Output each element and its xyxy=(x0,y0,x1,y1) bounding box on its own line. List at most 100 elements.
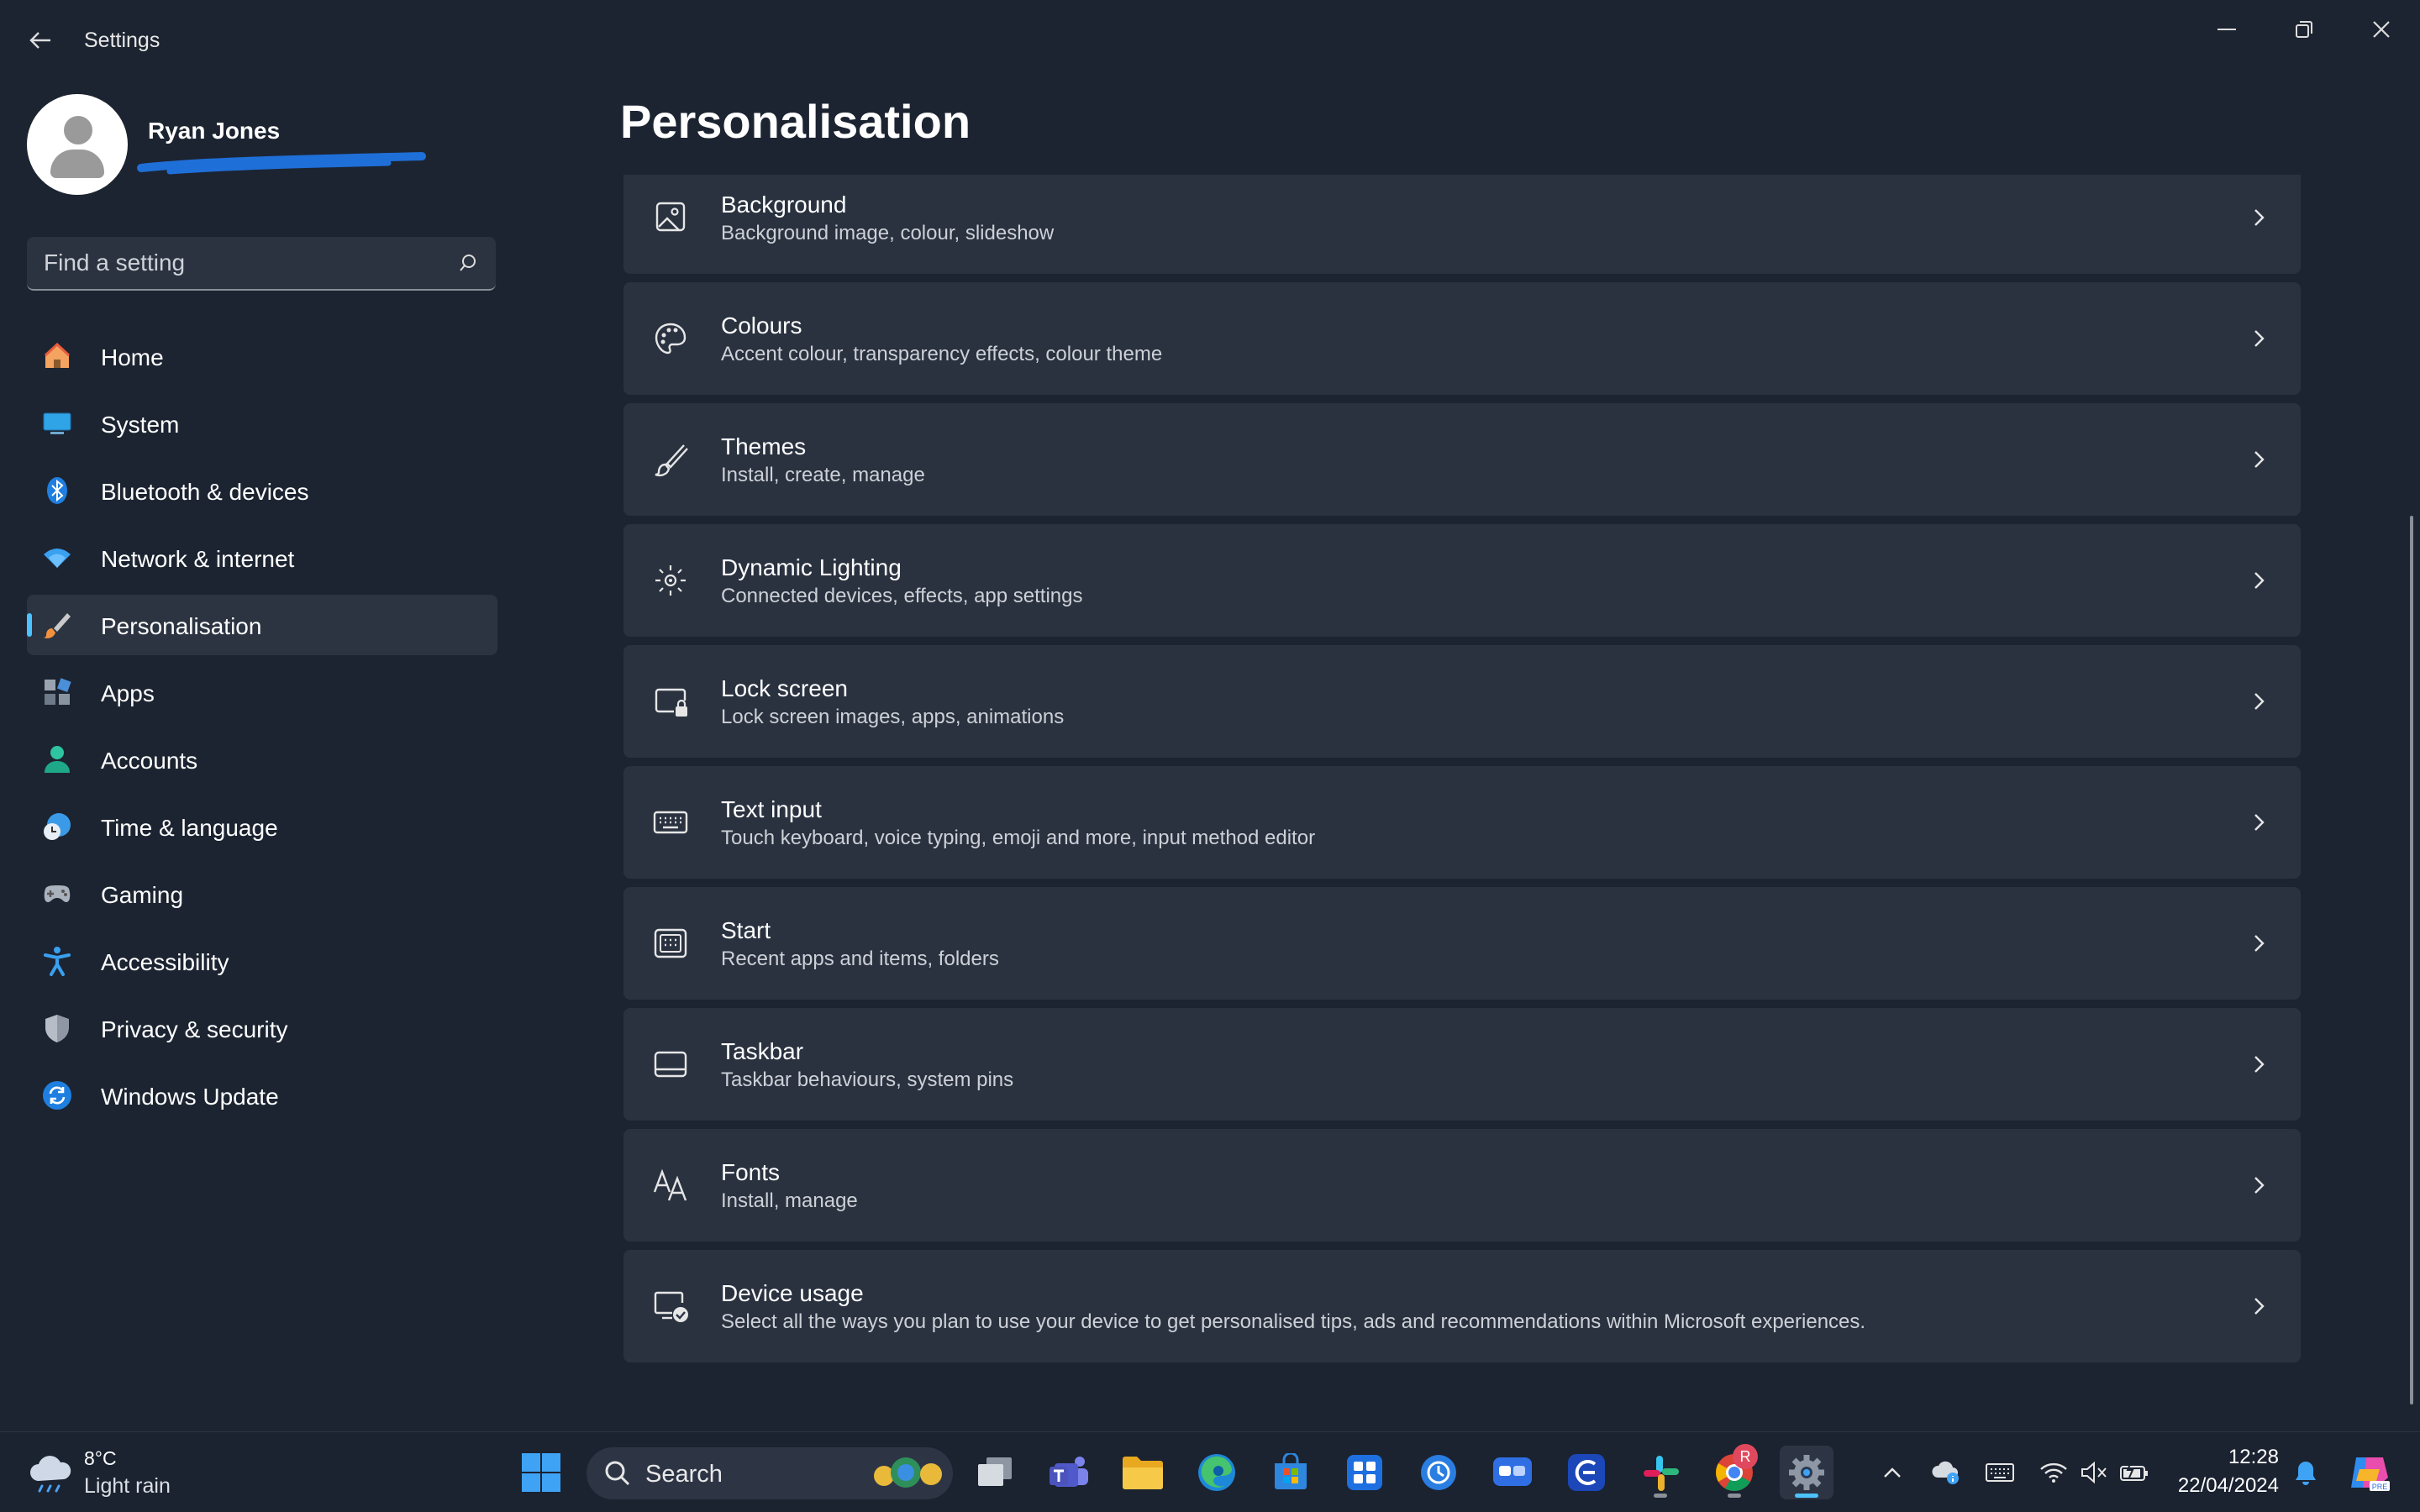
card-fonts[interactable]: Fonts Install, manage xyxy=(623,1129,2301,1242)
sidebar-item-bluetooth[interactable]: Bluetooth & devices xyxy=(27,460,497,521)
teams-icon xyxy=(1050,1457,1088,1487)
device-usage-icon xyxy=(654,1291,688,1322)
card-themes[interactable]: Themes Install, create, manage xyxy=(623,403,2301,516)
file-explorer-button[interactable] xyxy=(1116,1446,1170,1499)
chevron-right-icon xyxy=(2254,1177,2265,1194)
shield-icon xyxy=(45,1015,69,1042)
chat-app-icon xyxy=(1493,1457,1532,1486)
search-input[interactable] xyxy=(44,237,447,289)
chevron-right-icon xyxy=(2254,1056,2265,1073)
lighting-icon xyxy=(655,565,686,596)
update-icon xyxy=(43,1081,71,1110)
card-dynamic-lighting[interactable]: Dynamic Lighting Connected devices, effe… xyxy=(623,524,2301,637)
sidebar-item-network[interactable]: Network & internet xyxy=(27,528,497,588)
taskbar-search[interactable]: Search xyxy=(587,1447,953,1499)
teams-button[interactable] xyxy=(1042,1446,1096,1499)
sidebar-item-accounts[interactable]: Accounts xyxy=(27,729,497,790)
sidebar-item-label: System xyxy=(101,412,180,438)
card-background[interactable]: Background Background image, colour, sli… xyxy=(623,175,2301,274)
sidebar-item-label: Windows Update xyxy=(101,1084,279,1110)
card-title: Fonts xyxy=(721,1159,781,1185)
battery-tray-button[interactable] xyxy=(2119,1457,2149,1488)
card-subtitle: Recent apps and items, folders xyxy=(721,948,999,970)
scrollbar[interactable] xyxy=(2410,516,2413,1404)
start-icon xyxy=(654,928,687,958)
bluetooth-icon xyxy=(47,477,67,504)
edge-button[interactable] xyxy=(1190,1446,1244,1499)
card-subtitle: Background image, colour, slideshow xyxy=(721,222,1055,244)
card-title: Text input xyxy=(721,796,822,822)
card-lock-screen[interactable]: Lock screen Lock screen images, apps, an… xyxy=(623,645,2301,758)
sidebar-item-privacy[interactable]: Privacy & security xyxy=(27,998,497,1058)
start-button[interactable] xyxy=(514,1446,568,1499)
sidebar-item-apps[interactable]: Apps xyxy=(27,662,497,722)
card-taskbar[interactable]: Taskbar Taskbar behaviours, system pins xyxy=(623,1008,2301,1121)
svg-text:PRE: PRE xyxy=(2372,1483,2388,1491)
sidebar-item-accessibility[interactable]: Accessibility xyxy=(27,931,497,991)
settings-search-box[interactable] xyxy=(27,237,496,291)
app-button-search-globe[interactable] xyxy=(1560,1446,1613,1499)
search-icon[interactable] xyxy=(459,254,477,272)
slack-button[interactable] xyxy=(1634,1446,1687,1499)
store-button[interactable] xyxy=(1264,1446,1318,1499)
volume-muted-icon xyxy=(2081,1461,2107,1484)
card-title: Start xyxy=(721,917,771,943)
profile-section[interactable]: Ryan Jones xyxy=(27,94,497,197)
apps-icon xyxy=(45,678,71,705)
card-start[interactable]: Start Recent apps and items, folders xyxy=(623,887,2301,1000)
sidebar-item-gaming[interactable]: Gaming xyxy=(27,864,497,924)
chevron-right-icon xyxy=(2254,935,2265,952)
chevron-right-icon xyxy=(2254,693,2265,710)
wifi-tray-button[interactable] xyxy=(2039,1457,2069,1488)
active-indicator xyxy=(1795,1494,1818,1498)
avatar[interactable] xyxy=(27,94,128,195)
chevron-right-icon xyxy=(2254,451,2265,468)
chevron-up-icon xyxy=(1884,1467,1901,1478)
notifications-button[interactable] xyxy=(2291,1457,2321,1488)
app-button-sync[interactable] xyxy=(1412,1446,1465,1499)
app-button-chat[interactable] xyxy=(1486,1446,1539,1499)
keyboard-icon xyxy=(1986,1463,2014,1482)
sidebar-item-personalisation[interactable]: Personalisation xyxy=(27,595,497,655)
sidebar-item-home[interactable]: Home xyxy=(27,326,497,386)
keyboard-tray-button[interactable] xyxy=(1985,1457,2015,1488)
card-colours[interactable]: Colours Accent colour, transparency effe… xyxy=(623,282,2301,395)
copilot-button[interactable]: PRE xyxy=(2348,1451,2391,1494)
settings-card-list: Background Background image, colour, sli… xyxy=(623,175,2301,1371)
card-title: Background xyxy=(721,192,847,218)
card-device-usage[interactable]: Device usage Select all the ways you pla… xyxy=(623,1250,2301,1362)
chevron-right-icon xyxy=(2254,1298,2265,1315)
settings-app-button[interactable] xyxy=(1780,1446,1833,1499)
gamepad-icon xyxy=(44,885,71,902)
restore-button[interactable] xyxy=(2269,8,2339,50)
back-button[interactable] xyxy=(24,24,57,57)
restore-icon xyxy=(2296,21,2312,38)
weather-condition: Light rain xyxy=(84,1474,171,1498)
minimize-button[interactable] xyxy=(2191,8,2262,50)
card-subtitle: Connected devices, effects, app settings xyxy=(721,585,1083,607)
card-title: Themes xyxy=(721,433,807,459)
weather-temperature: 8°C xyxy=(84,1447,117,1469)
weather-widget[interactable]: 8°C Light rain xyxy=(27,1444,212,1503)
clock-time: 12:28 xyxy=(2228,1446,2279,1468)
card-text-input[interactable]: Text input Touch keyboard, voice typing,… xyxy=(623,766,2301,879)
copilot-icon: PRE xyxy=(2351,1457,2390,1491)
taskbar-clock[interactable]: 12:28 22/04/2024 xyxy=(2168,1446,2279,1498)
sidebar-item-label: Time & language xyxy=(101,815,278,841)
volume-tray-button[interactable] xyxy=(2079,1457,2109,1488)
sidebar-item-label: Privacy & security xyxy=(101,1016,288,1042)
slack-icon xyxy=(1644,1456,1679,1491)
close-button[interactable] xyxy=(2346,8,2417,50)
sidebar-item-time-language[interactable]: Time & language xyxy=(27,796,497,857)
card-title: Device usage xyxy=(721,1280,864,1306)
app-button-blue-grid[interactable] xyxy=(1338,1446,1392,1499)
task-view-button[interactable] xyxy=(968,1446,1022,1499)
search-icon xyxy=(605,1461,630,1486)
close-icon xyxy=(2373,21,2390,38)
onedrive-tray-button[interactable] xyxy=(1931,1457,1961,1488)
sidebar-item-windows-update[interactable]: Windows Update xyxy=(27,1065,497,1126)
show-hidden-icons-button[interactable] xyxy=(1877,1457,1907,1488)
keyboard-icon xyxy=(653,811,688,834)
sidebar-item-system[interactable]: System xyxy=(27,393,497,454)
accessibility-icon xyxy=(44,947,71,976)
